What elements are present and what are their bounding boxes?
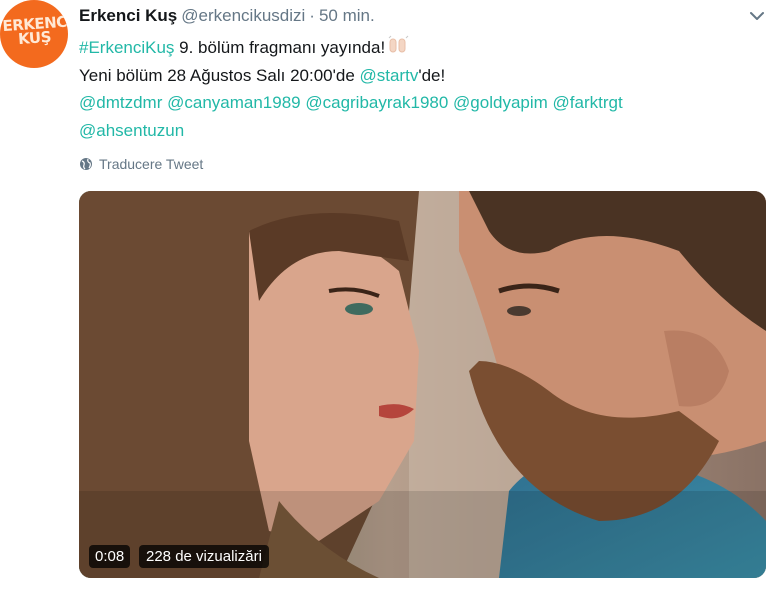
- mention-link[interactable]: @dmtzdmr: [79, 93, 162, 112]
- chevron-down-icon[interactable]: [749, 10, 765, 22]
- video-frame: [79, 191, 766, 578]
- tweet-time[interactable]: 50 min.: [319, 6, 375, 25]
- raising-hands-emoji-icon: [388, 35, 409, 53]
- mention-link[interactable]: @cagribayrak1980: [305, 93, 448, 112]
- mention-link[interactable]: @ahsentuzun: [79, 121, 184, 140]
- translate-tweet-link[interactable]: Traducere Tweet: [79, 156, 203, 172]
- display-name[interactable]: Erkenci Kuş: [79, 6, 177, 25]
- video-player[interactable]: 0:08 228 de vizualizări: [79, 191, 766, 578]
- tweet-line-2: Yeni bölüm 28 Ağustos Salı 20:00'de @sta…: [79, 62, 759, 90]
- mention-link[interactable]: @startv: [360, 66, 419, 85]
- tweet-line-2-after: 'de!: [418, 65, 446, 85]
- video-views-badge: 228 de vizualizări: [139, 545, 269, 568]
- mention-link[interactable]: @goldyapim: [453, 93, 548, 112]
- globe-icon: [80, 158, 92, 170]
- translate-label: Traducere Tweet: [99, 156, 204, 172]
- mentions-line: @dmtzdmr @canyaman1989 @cagribayrak1980 …: [79, 89, 759, 117]
- tweet-line-1-text: 9. bölüm fragmanı yayında!: [174, 38, 386, 57]
- tweet-header: Erkenci Kuş @erkencikusdizi · 50 min.: [79, 6, 375, 30]
- tweet-line-2-before: Yeni bölüm 28 Ağustos Salı 20:00'de: [79, 65, 360, 85]
- mention-link[interactable]: @farktrgt: [553, 93, 623, 112]
- user-handle[interactable]: @erkencikusdizi: [181, 6, 305, 25]
- separator-dot: ·: [309, 6, 315, 25]
- avatar[interactable]: ERKENCİ KUŞ: [0, 0, 68, 68]
- hashtag-link[interactable]: #ErkenciKuş: [79, 38, 174, 57]
- tweet-line-1: #ErkenciKuş 9. bölüm fragmanı yayında!: [79, 34, 759, 62]
- mentions-line-2: @ahsentuzun: [79, 117, 759, 145]
- video-duration-badge: 0:08: [89, 545, 131, 568]
- tweet-text: #ErkenciKuş 9. bölüm fragmanı yayında! Y…: [79, 34, 759, 144]
- avatar-logo: ERKENCİ KUŞ: [2, 12, 68, 48]
- mention-link[interactable]: @canyaman1989: [167, 93, 301, 112]
